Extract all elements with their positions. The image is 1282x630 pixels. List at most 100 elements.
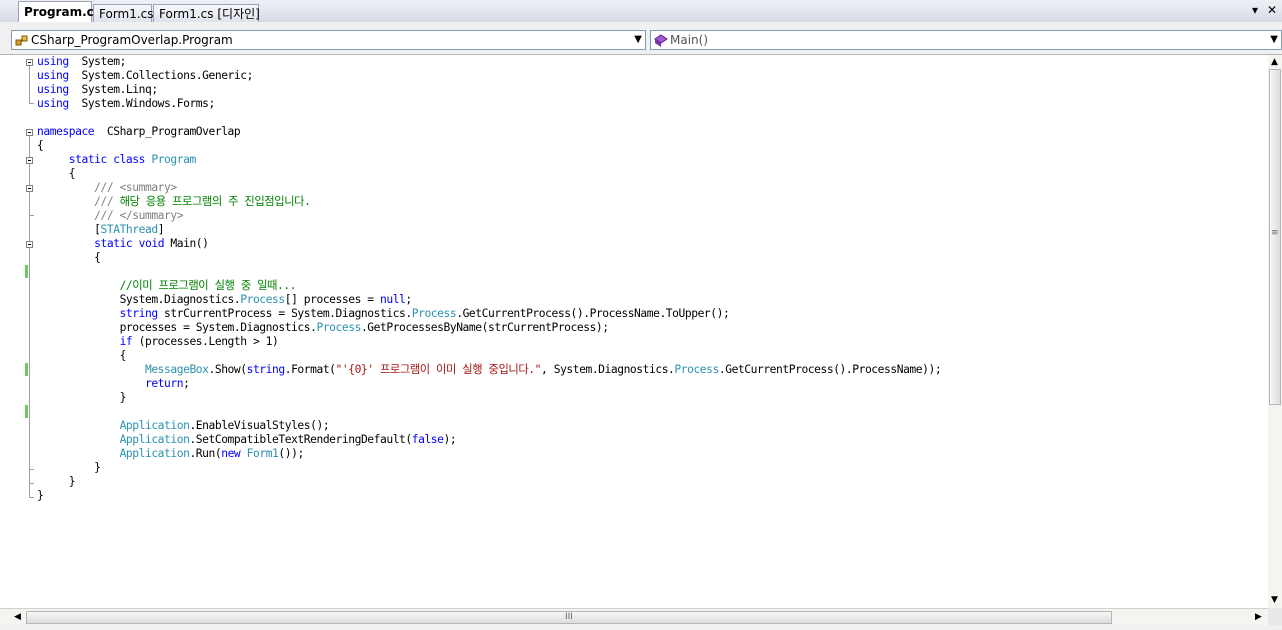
code-line[interactable]: { <box>37 167 941 181</box>
code-line[interactable]: processes = System.Diagnostics.Process.G… <box>37 321 941 335</box>
member-combo-value: Main() <box>670 33 709 47</box>
code-line[interactable]: Application.EnableVisualStyles(); <box>37 419 941 433</box>
change-marker <box>25 265 28 278</box>
code-line[interactable]: /// 해당 응용 프로그램의 주 진입점입니다. <box>37 195 941 209</box>
code-line[interactable]: Application.SetCompatibleTextRenderingDe… <box>37 433 941 447</box>
bottom-border <box>0 625 1282 630</box>
code-token: /// <box>94 195 120 208</box>
code-token: using <box>37 97 69 110</box>
code-token: ; <box>183 377 190 390</box>
code-token: strCurrentProcess = System.Diagnostics. <box>157 307 412 320</box>
scroll-down-icon[interactable]: ▼ <box>1271 595 1278 605</box>
code-token: /// <summary> <box>94 181 177 194</box>
code-line[interactable]: using System.Collections.Generic; <box>37 69 941 83</box>
code-token: Program <box>151 153 196 166</box>
code-token: } <box>37 391 127 404</box>
code-token: 해당 응용 프로그램의 주 진입점입니다. <box>119 195 311 208</box>
code-line[interactable]: } <box>37 475 941 489</box>
code-token: using <box>37 55 69 68</box>
horizontal-scrollbar[interactable]: ◀ III ▶ <box>0 608 1268 626</box>
member-combo[interactable]: Main() ▼ <box>650 30 1282 50</box>
code-token: System.Collections.Generic; <box>68 69 253 82</box>
scroll-left-icon[interactable]: ◀ <box>14 612 21 622</box>
code-token: class <box>113 153 145 166</box>
code-token: Process <box>674 363 719 376</box>
collapse-icon[interactable] <box>26 59 33 66</box>
collapse-icon[interactable] <box>26 185 33 192</box>
chevron-down-icon: ▼ <box>634 34 642 45</box>
code-text[interactable]: using System; using System.Collections.Ge… <box>37 55 942 503</box>
code-token: .Run( <box>189 447 222 460</box>
code-line[interactable]: if (processes.Length > 1) <box>37 335 941 349</box>
code-line[interactable]: using System.Windows.Forms; <box>37 97 941 111</box>
code-line[interactable]: } <box>37 461 941 475</box>
code-token: MessageBox <box>144 363 209 376</box>
code-token: new <box>221 447 241 460</box>
code-line[interactable]: } <box>37 391 941 405</box>
class-combo[interactable]: CSharp_ProgramOverlap.Program ▼ <box>11 30 646 50</box>
tab-list-dropdown-icon[interactable]: ▾ <box>1252 3 1258 17</box>
code-line[interactable] <box>37 265 941 279</box>
code-token: /// </summary> <box>94 209 184 222</box>
code-line[interactable]: using System; <box>37 55 941 69</box>
code-line[interactable]: /// <summary> <box>37 181 941 195</box>
class-icon <box>15 35 28 45</box>
code-token: if <box>119 335 133 348</box>
scroll-right-icon[interactable]: ▶ <box>1255 612 1262 622</box>
code-line[interactable] <box>37 111 941 125</box>
code-token: } <box>37 461 101 474</box>
code-token: .GetCurrentProcess().ProcessName)); <box>718 363 942 376</box>
code-token: .EnableVisualStyles(); <box>189 419 330 432</box>
code-line[interactable]: MessageBox.Show(string.Format("'{0}' 프로그… <box>37 363 942 377</box>
code-line[interactable]: string strCurrentProcess = System.Diagno… <box>37 307 941 321</box>
chevron-down-icon: ▼ <box>1270 34 1278 45</box>
outline-guide <box>29 66 30 104</box>
code-line[interactable]: static class Program <box>37 153 941 167</box>
outline-guide <box>29 497 34 498</box>
code-line[interactable]: { <box>37 139 941 153</box>
code-token: return <box>144 377 184 390</box>
code-line[interactable] <box>37 405 941 419</box>
code-line[interactable]: /// </summary> <box>37 209 941 223</box>
close-tab-icon[interactable]: ✕ <box>1267 3 1277 17</box>
horizontal-scroll-thumb[interactable]: III <box>26 611 1112 624</box>
collapse-icon[interactable] <box>26 157 33 164</box>
code-token: Main() <box>164 237 209 250</box>
code-line[interactable]: namespace CSharp_ProgramOverlap <box>37 125 941 139</box>
code-token: void <box>138 237 165 250</box>
document-tab-strip: Program.cs Form1.cs Form1.cs [디자인] ▾ ✕ <box>0 0 1282 23</box>
scroll-up-icon[interactable]: ▲ <box>1271 57 1278 67</box>
code-token: [] processes = <box>284 293 380 306</box>
code-token: [ <box>37 223 101 236</box>
method-icon <box>654 33 668 47</box>
code-line[interactable]: //이미 프로그램이 실행 중 일때... <box>37 279 941 293</box>
code-line[interactable]: System.Diagnostics.Process[] processes =… <box>37 293 941 307</box>
code-token: namespace <box>37 125 95 138</box>
change-marker <box>25 405 28 418</box>
code-line[interactable]: [STAThread] <box>37 223 941 237</box>
code-line[interactable]: static void Main() <box>37 237 941 251</box>
collapse-icon[interactable] <box>26 129 33 136</box>
code-token: Process <box>411 307 457 320</box>
code-token: false <box>411 433 444 446</box>
code-token: System.Linq; <box>68 83 158 96</box>
code-line[interactable]: } <box>37 489 941 503</box>
vertical-scrollbar[interactable]: ▲ ≡ ▼ <box>1268 55 1282 608</box>
collapse-icon[interactable] <box>26 241 33 248</box>
vertical-scroll-thumb[interactable]: ≡ <box>1269 69 1281 405</box>
code-line[interactable]: Application.Run(new Form1()); <box>37 447 941 461</box>
code-token: using <box>37 69 69 82</box>
tab-form1-designer[interactable]: Form1.cs [디자인] <box>153 4 260 22</box>
tab-program-cs[interactable]: Program.cs <box>18 1 101 22</box>
code-editor[interactable]: using System; using System.Collections.Ge… <box>0 55 1268 608</box>
code-line[interactable]: { <box>37 251 941 265</box>
scrollbar-corner <box>1268 608 1282 625</box>
code-line[interactable]: using System.Linq; <box>37 83 941 97</box>
code-line[interactable]: return; <box>37 377 941 391</box>
outline-guide <box>29 215 34 216</box>
tab-form1-cs[interactable]: Form1.cs <box>93 4 154 22</box>
code-line[interactable]: { <box>37 349 941 363</box>
